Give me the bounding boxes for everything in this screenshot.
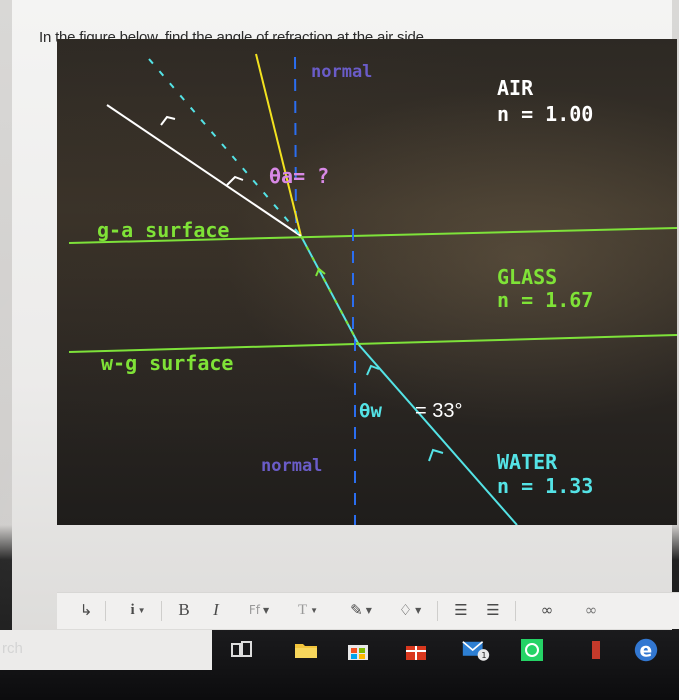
- wg-surface-label: w-g surface: [101, 351, 233, 375]
- theta-w-value: = 33°: [415, 400, 462, 422]
- refraction-diagram: normal AIR n = 1.00 θa= ? g-a surface GL…: [68, 53, 677, 525]
- theta-a-label: θa= ?: [269, 164, 329, 188]
- water-label: WATER: [497, 450, 558, 474]
- edge-glyph: e: [634, 638, 658, 662]
- whatsapp-glyph: [521, 639, 543, 661]
- theta-w-symbol: θw: [359, 400, 382, 422]
- font-family-button[interactable]: Ff ▼: [239, 593, 279, 627]
- link-icon[interactable]: ∞: [533, 593, 561, 627]
- water-index: n = 1.33: [497, 474, 593, 498]
- search-text: rch: [2, 640, 23, 657]
- mail-icon[interactable]: 1: [462, 638, 490, 662]
- italic-button[interactable]: I: [205, 593, 227, 627]
- gift-icon[interactable]: [402, 638, 430, 662]
- normal-line-top: [294, 56, 297, 230]
- glass-label: GLASS: [497, 265, 557, 289]
- normal-top-label: normal: [311, 62, 372, 82]
- arrow-head-water-2: [428, 448, 444, 462]
- gift-glyph: [406, 646, 426, 660]
- normal-bottom-label: normal: [261, 456, 322, 476]
- wg-surface-line: [68, 334, 677, 353]
- file-explorer-icon[interactable]: [292, 638, 320, 662]
- unlink-icon[interactable]: ∞: [577, 593, 605, 627]
- app-icon-red[interactable]: [582, 638, 610, 662]
- refraction-figure: normal AIR n = 1.00 θa= ? g-a surface GL…: [57, 39, 677, 525]
- toolbar-divider: [161, 601, 162, 621]
- numbered-list-icon[interactable]: ☰: [481, 593, 505, 627]
- air-label: AIR: [497, 76, 534, 100]
- ga-surface-label: g-a surface: [97, 218, 229, 242]
- bullet-list-icon[interactable]: ☰: [449, 593, 473, 627]
- toolbar-divider: [105, 601, 106, 621]
- indent-icon[interactable]: ↳: [75, 593, 97, 627]
- red-app-glyph: [592, 641, 600, 659]
- folder-glyph: [295, 644, 317, 658]
- whatsapp-icon[interactable]: [518, 638, 546, 662]
- task-view-glyph: [231, 641, 252, 657]
- toolbar-divider: [515, 601, 516, 621]
- bold-button[interactable]: B: [173, 593, 195, 627]
- mail-glyph: 1: [462, 641, 490, 661]
- arrow-head-air-2: [226, 175, 244, 186]
- editor-toolbar: ↳ i ▼ B I Ff ▼ T ▼ ✎ ▼ ♢ ▼ ☰ ☰ ∞ ∞: [57, 592, 679, 629]
- paint-icon[interactable]: ✎ ▼: [341, 593, 381, 627]
- air-index: n = 1.00: [497, 102, 593, 126]
- ray-in-water: [358, 344, 518, 525]
- info-icon[interactable]: i ▼: [121, 593, 155, 627]
- mail-badge-count: 1: [481, 650, 486, 660]
- edge-icon[interactable]: e: [632, 638, 660, 662]
- store-glyph: [348, 645, 368, 660]
- task-view-icon[interactable]: [228, 638, 256, 662]
- glass-index: n = 1.67: [497, 288, 593, 312]
- arrow-head-air-1: [160, 115, 176, 126]
- toolbar-divider: [437, 601, 438, 621]
- store-icon[interactable]: [344, 638, 372, 662]
- font-size-button[interactable]: T ▼: [289, 593, 327, 627]
- svg-text:e: e: [639, 641, 652, 662]
- arrow-head-water-1: [366, 364, 380, 376]
- highlight-icon[interactable]: ♢ ▼: [391, 593, 429, 627]
- taskbar: rch 1 e: [0, 630, 679, 700]
- search-box[interactable]: rch: [0, 630, 212, 670]
